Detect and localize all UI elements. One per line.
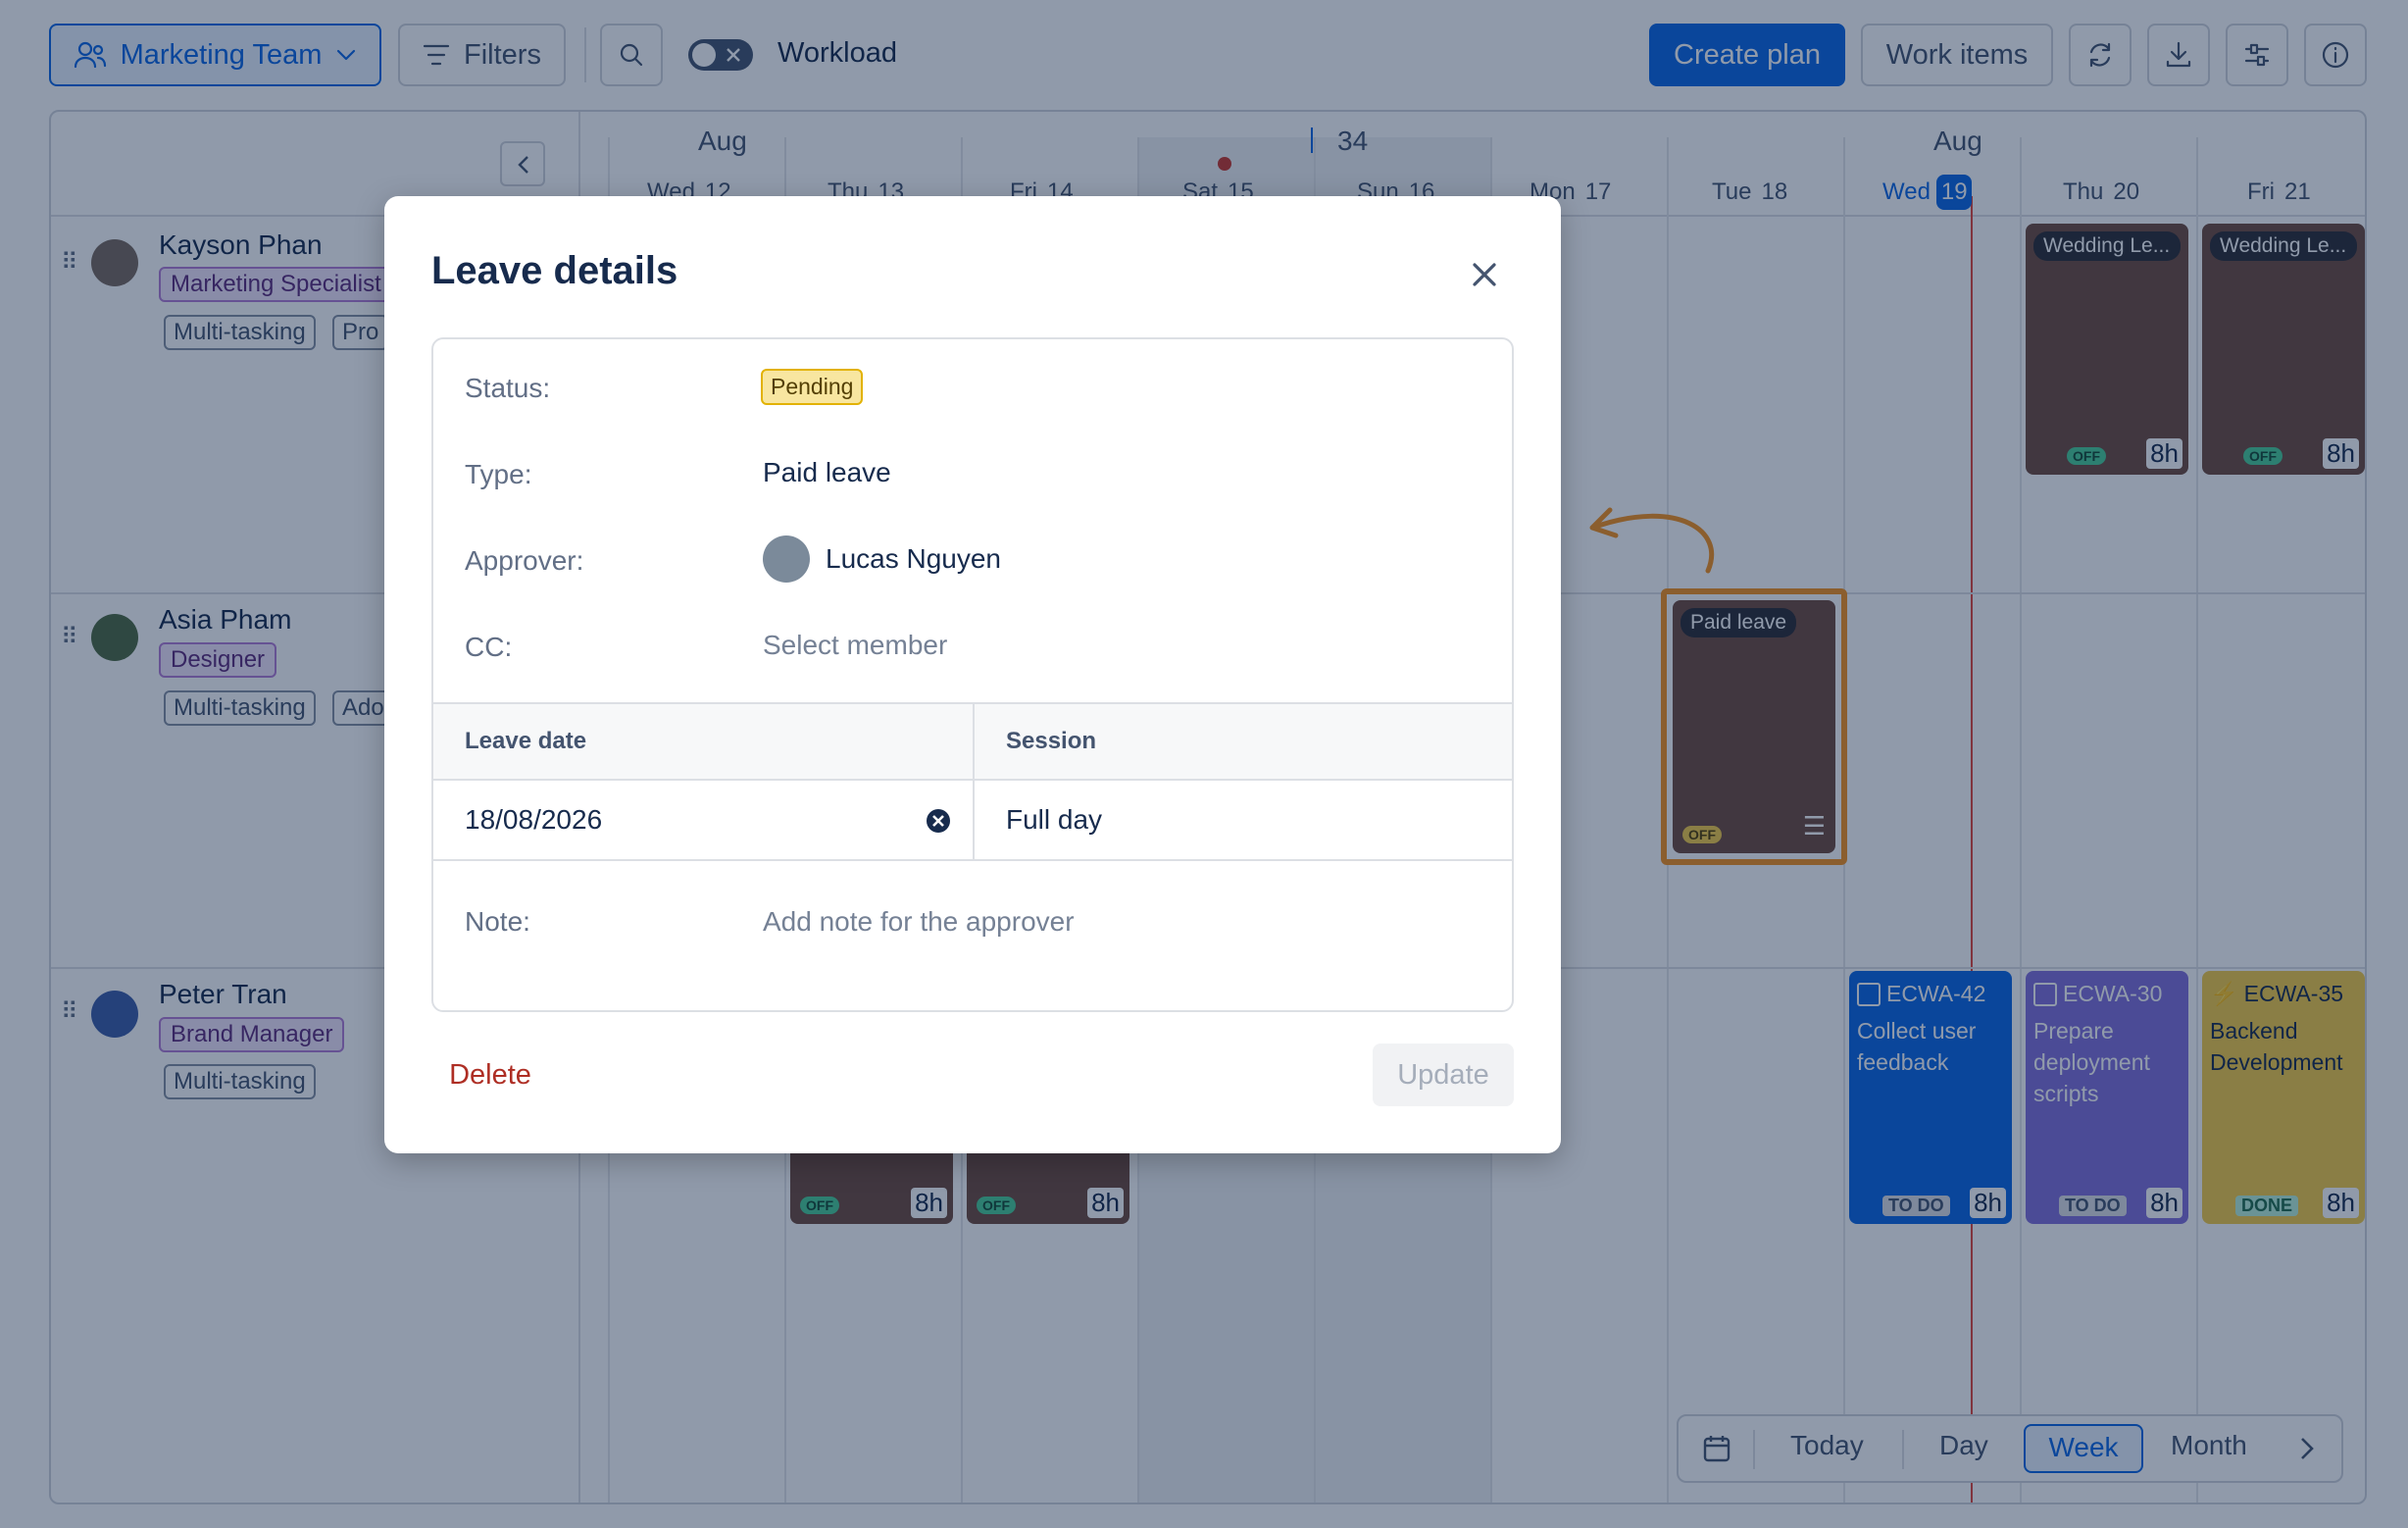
- approver-value[interactable]: Lucas Nguyen: [826, 543, 1001, 575]
- note-label: Note:: [465, 906, 530, 937]
- leave-date-header: Leave date: [465, 728, 587, 754]
- leave-details-modal: Leave details Status: Pending Type: Paid…: [384, 196, 1561, 1153]
- type-value[interactable]: Paid leave: [763, 457, 891, 488]
- approver-label: Approver:: [465, 545, 584, 576]
- close-icon[interactable]: [1465, 255, 1504, 294]
- cc-select[interactable]: Select member: [763, 630, 947, 661]
- session-header: Session: [1006, 728, 1097, 754]
- approver-avatar: [763, 535, 810, 583]
- note-input[interactable]: Add note for the approver: [763, 906, 1075, 938]
- type-label: Type:: [465, 459, 532, 489]
- cc-label: CC:: [465, 632, 513, 662]
- clear-icon[interactable]: [926, 808, 951, 834]
- table-column-divider: [973, 702, 975, 861]
- modal-title: Leave details: [431, 249, 678, 292]
- delete-button[interactable]: Delete: [431, 1044, 549, 1106]
- leave-details-panel: Status: Pending Type: Paid leave Approve…: [431, 337, 1514, 1012]
- status-badge: Pending: [761, 369, 864, 405]
- leave-date-input[interactable]: 18/08/2026: [465, 804, 602, 836]
- status-label: Status:: [465, 373, 551, 403]
- update-button[interactable]: Update: [1373, 1044, 1514, 1106]
- session-select[interactable]: Full day: [1006, 804, 1102, 836]
